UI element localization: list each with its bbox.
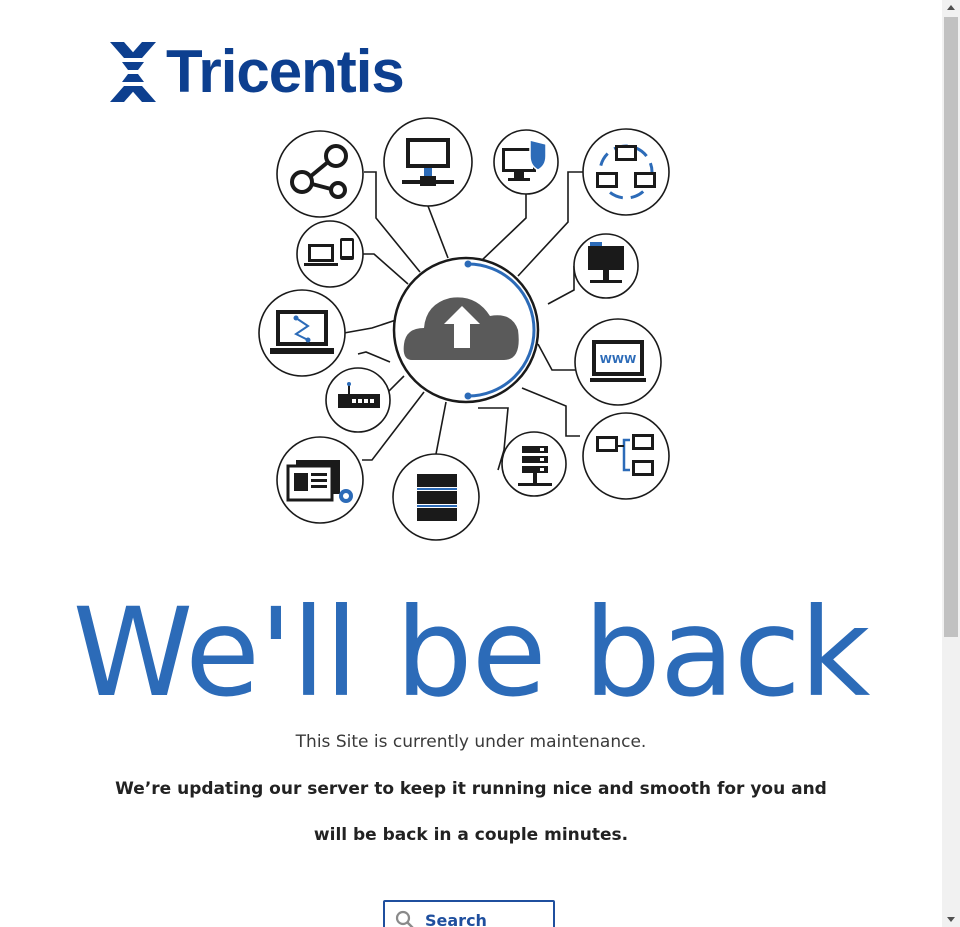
scrollbar-thumb[interactable] xyxy=(944,17,958,637)
tricentis-logo[interactable]: Tricentis xyxy=(108,38,405,105)
page-headline: We'll be back xyxy=(72,582,871,724)
database-stack-icon xyxy=(417,474,457,521)
search-box[interactable] xyxy=(383,900,555,927)
scrollbar[interactable] xyxy=(942,0,960,927)
search-input[interactable] xyxy=(425,910,545,927)
tricentis-x-icon xyxy=(110,42,156,102)
maintenance-page: Tricentis WWW We'll be back This Site is… xyxy=(0,0,942,927)
scroll-down-arrow-icon[interactable] xyxy=(942,911,960,927)
maintenance-subtitle: This Site is currently under maintenance… xyxy=(295,732,647,752)
www-monitor-icon: WWW xyxy=(590,340,646,382)
svg-text:WWW: WWW xyxy=(600,353,636,366)
brand-name: Tricentis xyxy=(166,38,405,105)
network-illustration: WWW xyxy=(258,117,670,541)
scroll-up-arrow-icon[interactable] xyxy=(942,0,960,16)
search-icon xyxy=(395,910,414,927)
maintenance-message: We’re updating our server to keep it run… xyxy=(115,779,827,845)
